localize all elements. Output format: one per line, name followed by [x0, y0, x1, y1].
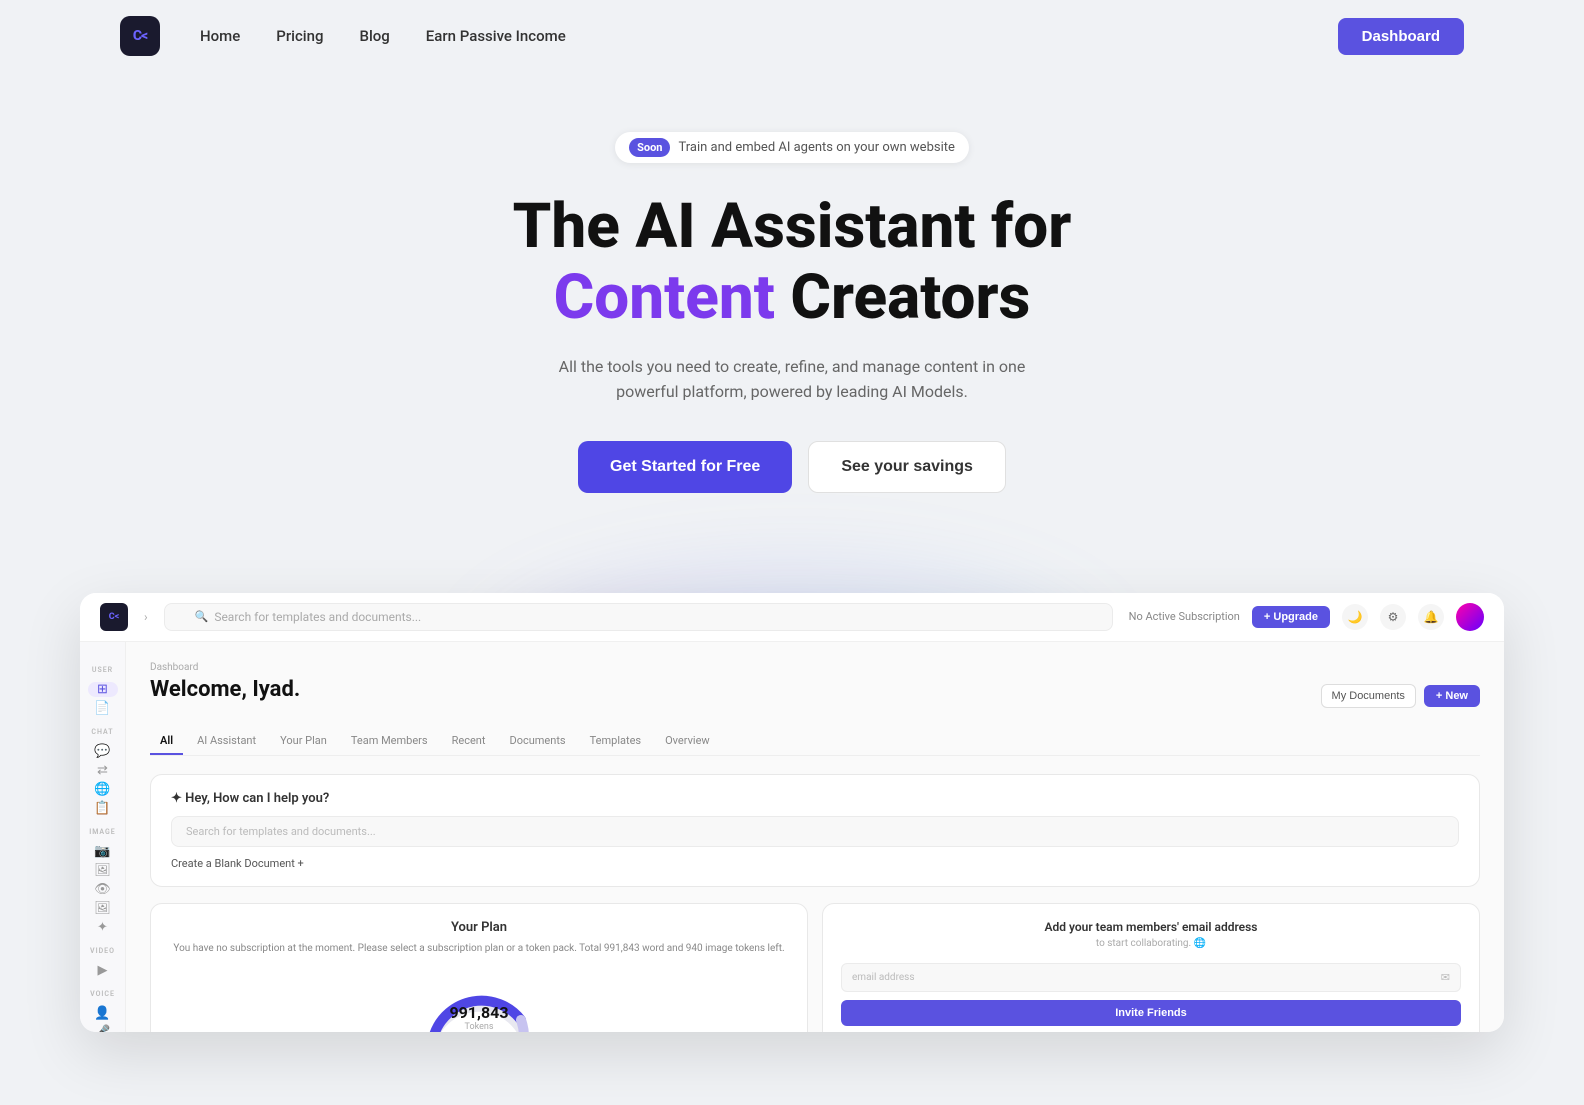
logo[interactable]: C<	[120, 16, 160, 56]
navbar: C< Home Pricing Blog Earn Passive Income…	[0, 0, 1584, 72]
email-placeholder: email address	[852, 972, 915, 983]
db-cards-row: Your Plan You have no subscription at th…	[150, 903, 1480, 1032]
see-savings-button[interactable]: See your savings	[808, 441, 1006, 493]
tokens-label: Tokens	[419, 1022, 539, 1032]
db-search-box[interactable]: 🔍 Search for templates and documents...	[164, 603, 1113, 631]
team-title: Add your team members' email address	[841, 920, 1461, 934]
sidebar-eye-icon[interactable]: 👁	[88, 882, 118, 897]
db-sidebar: USER ⊞ 📄 CHAT 💬 ⇄ 🌐 📋 IMAGE 📷 🖼 👁 🖼 ✦ VI…	[80, 642, 126, 1032]
image-section-label: IMAGE	[89, 828, 116, 836]
db-search-placeholder: Search for templates and documents...	[214, 610, 421, 624]
tokens-number: 991,843	[419, 1003, 539, 1022]
sidebar-chat-icon[interactable]: 💬	[88, 744, 118, 759]
video-section-label: VIDEO	[90, 947, 115, 955]
team-card: Add your team members' email address to …	[822, 903, 1480, 1032]
ai-question: ✦ Hey, How can I help you?	[171, 791, 1459, 806]
hero-title-purple: Content	[554, 261, 775, 334]
ai-assistant-card: ✦ Hey, How can I help you? Search for te…	[150, 774, 1480, 887]
db-main-content: Dashboard Welcome, Iyad. My Documents + …	[126, 642, 1504, 1032]
dashboard-preview: C< › 🔍 Search for templates and document…	[80, 593, 1504, 1032]
hero-buttons: Get Started for Free See your savings	[40, 441, 1544, 493]
invite-friends-button[interactable]: Invite Friends	[841, 1000, 1461, 1026]
subscription-text: No Active Subscription	[1129, 610, 1240, 623]
plan-description: You have no subscription at the moment. …	[169, 941, 789, 956]
dashboard-button[interactable]: Dashboard	[1338, 18, 1464, 55]
moon-icon-button[interactable]: 🌙	[1342, 604, 1368, 630]
soon-tag: Soon	[629, 138, 670, 157]
db-body: USER ⊞ 📄 CHAT 💬 ⇄ 🌐 📋 IMAGE 📷 🖼 👁 🖼 ✦ VI…	[80, 642, 1504, 1032]
db-topbar-right: No Active Subscription + Upgrade 🌙 ⚙ 🔔	[1129, 603, 1484, 631]
soon-badge: Soon Train and embed AI agents on your o…	[615, 132, 969, 163]
sidebar-files-icon[interactable]: 📄	[88, 701, 118, 716]
nav-pricing[interactable]: Pricing	[276, 27, 323, 45]
tab-all[interactable]: All	[150, 728, 183, 755]
tab-ai-assistant[interactable]: AI Assistant	[187, 728, 266, 755]
sidebar-video-icon[interactable]: ▶	[88, 963, 118, 978]
sidebar-globe-icon[interactable]: 🌐	[88, 782, 118, 797]
plan-card: Your Plan You have no subscription at th…	[150, 903, 808, 1032]
hero-title-line1: The AI Assistant for	[513, 190, 1072, 263]
hero-title: The AI Assistant for Content Creators	[40, 191, 1544, 334]
db-logo-text: C<	[109, 612, 120, 622]
db-breadcrumb: Dashboard	[150, 662, 1480, 673]
email-input-field[interactable]: email address ✉	[841, 963, 1461, 992]
sidebar-dashboard-icon[interactable]: ⊞	[88, 682, 118, 697]
badge-text: Train and embed AI agents on your own we…	[678, 140, 954, 155]
tab-overview[interactable]: Overview	[655, 728, 720, 755]
nav-earn[interactable]: Earn Passive Income	[426, 27, 566, 45]
my-documents-button[interactable]: My Documents	[1321, 684, 1416, 708]
hero-subtitle: All the tools you need to create, refine…	[532, 354, 1052, 405]
hero-section: Soon Train and embed AI agents on your o…	[0, 72, 1584, 593]
voice-section-label: VOICE	[90, 990, 115, 998]
db-topbar: C< › 🔍 Search for templates and document…	[80, 593, 1504, 642]
create-blank-button[interactable]: Create a Blank Document +	[171, 857, 1459, 870]
sidebar-translate-icon[interactable]: ⇄	[88, 763, 118, 778]
tab-your-plan[interactable]: Your Plan	[270, 728, 337, 755]
sidebar-image2-icon[interactable]: 🖼	[88, 901, 118, 916]
tab-recent[interactable]: Recent	[442, 728, 496, 755]
search-icon: 🔍	[195, 610, 209, 623]
tab-team-members[interactable]: Team Members	[341, 728, 438, 755]
chat-section-label: CHAT	[91, 728, 113, 736]
bell-icon-button[interactable]: 🔔	[1418, 604, 1444, 630]
db-logo[interactable]: C<	[100, 603, 128, 631]
nav-links: Home Pricing Blog Earn Passive Income	[200, 27, 1338, 45]
db-tabs: All AI Assistant Your Plan Team Members …	[150, 728, 1480, 756]
db-chevron-icon: ›	[144, 610, 148, 624]
sidebar-camera-icon[interactable]: 📷	[88, 844, 118, 859]
upgrade-button[interactable]: + Upgrade	[1252, 606, 1330, 628]
team-subtitle: to start collaborating. 🌐	[841, 938, 1461, 949]
sidebar-person-icon[interactable]: 👤	[88, 1006, 118, 1021]
nav-blog[interactable]: Blog	[359, 27, 389, 45]
get-started-button[interactable]: Get Started for Free	[578, 441, 792, 493]
email-icon: ✉	[1441, 971, 1450, 984]
user-avatar[interactable]	[1456, 603, 1484, 631]
sidebar-code-icon[interactable]: 📋	[88, 801, 118, 816]
sidebar-image-icon[interactable]: 🖼	[88, 863, 118, 878]
sidebar-star-icon[interactable]: ✦	[88, 920, 118, 935]
db-welcome-heading: Welcome, Iyad.	[150, 677, 300, 702]
hero-title-line2: Creators	[775, 261, 1030, 334]
user-section-label: USER	[92, 666, 113, 674]
tab-documents[interactable]: Documents	[499, 728, 575, 755]
tab-templates[interactable]: Templates	[580, 728, 651, 755]
sidebar-mic-icon[interactable]: 🎤	[88, 1025, 118, 1032]
new-document-button[interactable]: + New	[1424, 685, 1480, 707]
ai-search-input[interactable]: Search for templates and documents...	[171, 816, 1459, 847]
dashboard-container: C< › 🔍 Search for templates and document…	[80, 593, 1504, 1032]
settings-icon-button[interactable]: ⚙	[1380, 604, 1406, 630]
logo-text: C<	[133, 28, 147, 44]
nav-home[interactable]: Home	[200, 27, 240, 45]
plan-title: Your Plan	[169, 920, 789, 935]
